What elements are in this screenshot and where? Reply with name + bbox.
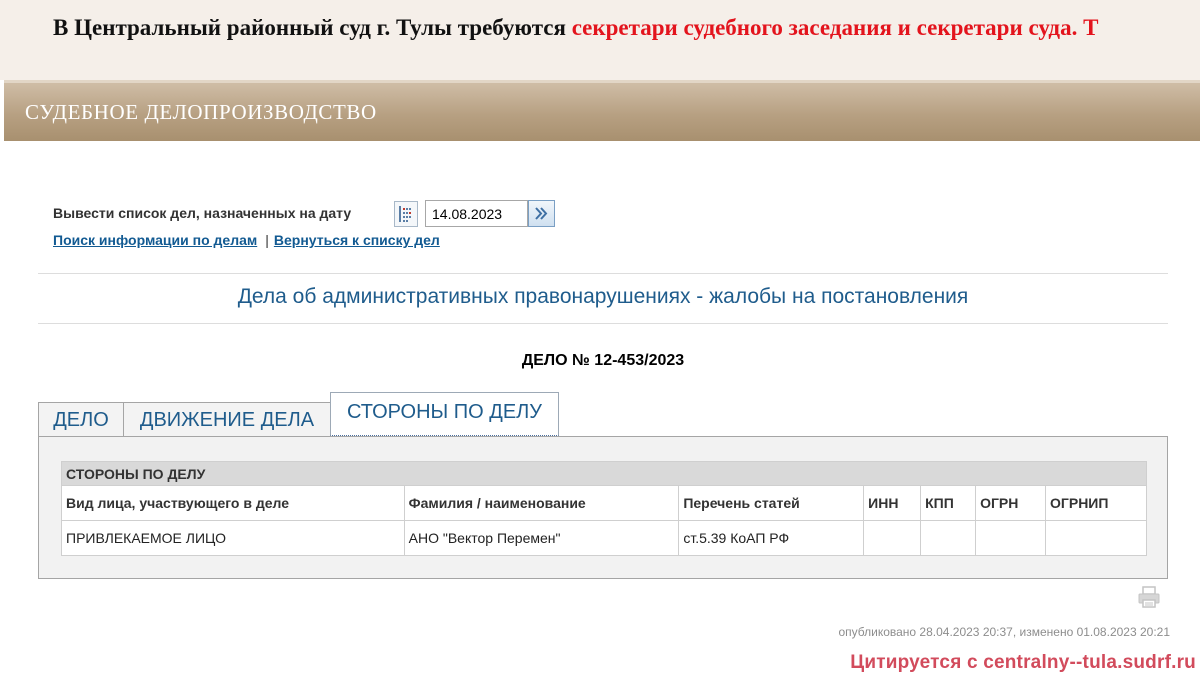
date-input[interactable] [425, 200, 528, 227]
table-caption-row: СТОРОНЫ ПО ДЕЛУ [61, 461, 1147, 486]
header-name: Фамилия / наименование [403, 485, 680, 521]
tab-case-movement[interactable]: ДВИЖЕНИЕ ДЕЛА [123, 402, 331, 437]
print-button[interactable] [1137, 585, 1161, 609]
nav-links: Поиск информации по делам | Вернуться к сп… [53, 232, 440, 248]
back-to-list-link[interactable]: Вернуться к списку дел [274, 232, 440, 248]
header-articles: Перечень статей [678, 485, 865, 521]
calendar-icon [399, 206, 411, 222]
printer-icon [1138, 586, 1160, 608]
cell-kpp [920, 520, 977, 556]
cell-party-type: ПРИВЛЕКАЕМОЕ ЛИЦО [61, 520, 405, 556]
divider-top [38, 273, 1168, 274]
ticker-text-black: В Центральный районный суд г. Тулы требу… [53, 15, 572, 40]
parties-table: СТОРОНЫ ПО ДЕЛУ Вид лица, участвующего в… [61, 461, 1147, 556]
header-ogrnip: ОГРНИП [1045, 485, 1147, 521]
header-ogrn: ОГРН [975, 485, 1047, 521]
cell-inn [863, 520, 922, 556]
section-header: СУДЕБНОЕ ДЕЛОПРОИЗВОДСТВО [4, 80, 1200, 141]
header-inn: ИНН [863, 485, 922, 521]
ticker-text: В Центральный районный суд г. Тулы требу… [53, 15, 1098, 41]
cell-name: АНО "Вектор Перемен" [403, 520, 680, 556]
header-kpp: КПП [920, 485, 977, 521]
tab-case-parties[interactable]: СТОРОНЫ ПО ДЕЛУ [330, 392, 559, 436]
cell-ogrnip [1045, 520, 1147, 556]
case-number: ДЕЛО № 12-453/2023 [521, 352, 685, 369]
ticker-text-red: секретари судебного заседания и секретар… [571, 15, 1099, 40]
divider-bottom [38, 323, 1168, 324]
calendar-button[interactable] [394, 201, 418, 227]
tab-case[interactable]: ДЕЛО [38, 402, 124, 437]
show-cases-button[interactable] [528, 200, 555, 227]
date-filter-label: Вывести список дел, назначенных на дату [53, 205, 352, 221]
source-watermark: Цитируется с centralny--tula.sudrf.ru [850, 652, 1196, 673]
double-chevron-right-icon [535, 207, 548, 220]
cell-ogrn [975, 520, 1047, 556]
table-header-row: Вид лица, участвующего в деле Фамилия / … [61, 485, 1147, 521]
news-ticker: В Центральный районный суд г. Тулы требу… [0, 0, 1200, 80]
header-party-type: Вид лица, участвующего в деле [61, 485, 405, 521]
section-title: СУДЕБНОЕ ДЕЛОПРОИЗВОДСТВО [25, 100, 377, 124]
search-cases-link[interactable]: Поиск информации по делам [53, 232, 257, 248]
tab-panel: СТОРОНЫ ПО ДЕЛУ Вид лица, участвующего в… [38, 436, 1168, 579]
cell-articles: ст.5.39 КоАП РФ [678, 520, 865, 556]
table-caption: СТОРОНЫ ПО ДЕЛУ [61, 461, 1147, 486]
case-category-title: Дела об административных правонарушениях… [237, 285, 969, 308]
links-separator: | [265, 232, 269, 248]
table-row: ПРИВЛЕКАЕМОЕ ЛИЦО АНО "Вектор Перемен" с… [61, 520, 1147, 556]
publication-info: опубликовано 28.04.2023 20:37, изменено … [838, 625, 1170, 639]
